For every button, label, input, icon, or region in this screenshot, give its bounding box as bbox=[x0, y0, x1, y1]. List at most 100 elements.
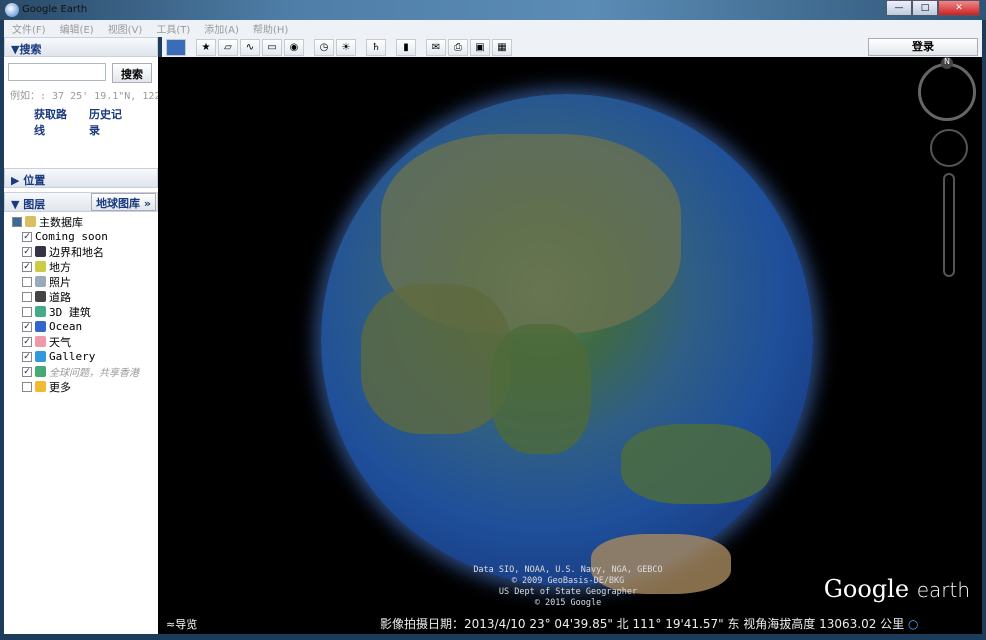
earth-gallery-button[interactable]: 地球图库 » bbox=[91, 193, 156, 211]
layer-checkbox[interactable]: ✓ bbox=[22, 366, 32, 377]
status-text: 影像拍摄日期：2013/4/10 23° 04'39.85" 北 111° 19… bbox=[380, 617, 905, 631]
email-icon[interactable]: ✉ bbox=[426, 38, 446, 56]
ruler-icon[interactable]: ▮ bbox=[396, 38, 416, 56]
layer-icon bbox=[35, 381, 46, 392]
layer-item[interactable]: 主数据库 bbox=[8, 214, 154, 229]
layer-label: 道路 bbox=[49, 290, 71, 304]
historical-imagery-icon[interactable]: ◷ bbox=[314, 38, 334, 56]
layer-checkbox[interactable] bbox=[22, 276, 32, 287]
layer-item[interactable]: 更多 bbox=[8, 379, 154, 394]
toolbar: ★ ▱ ∿ ▭ ◉ ◷ ☀ ♄ ▮ ✉ ⎙ ▣ ▦ 登录 bbox=[162, 37, 982, 57]
layer-checkbox[interactable]: ✓ bbox=[22, 336, 32, 347]
layer-checkbox[interactable] bbox=[22, 306, 32, 317]
brand-earth: earth bbox=[916, 578, 970, 602]
layer-label: Gallery bbox=[49, 350, 96, 363]
layer-checkbox[interactable] bbox=[22, 381, 32, 392]
planets-icon[interactable]: ♄ bbox=[366, 38, 386, 56]
layer-item[interactable]: 道路 bbox=[8, 289, 154, 304]
layer-item[interactable]: ✓ 天气 bbox=[8, 334, 154, 349]
globe[interactable] bbox=[321, 94, 813, 594]
menu-view[interactable]: 视图(V) bbox=[108, 21, 143, 36]
layer-icon bbox=[35, 321, 46, 332]
layer-item[interactable]: ✓ 地方 bbox=[8, 259, 154, 274]
history-link[interactable]: 历史记录 bbox=[89, 106, 128, 138]
layer-label: 天气 bbox=[49, 335, 71, 349]
attribution: Data SIO, NOAA, U.S. Navy, NGA, GEBCO © … bbox=[458, 565, 678, 609]
attribution-line: © 2015 Google bbox=[534, 598, 602, 608]
menu-bar: 文件(F) 编辑(E) 视图(V) 工具(T) 添加(A) 帮助(H) bbox=[4, 20, 982, 37]
layer-label: 照片 bbox=[49, 275, 71, 289]
print-icon[interactable]: ⎙ bbox=[448, 38, 468, 56]
google-earth-logo-icon bbox=[5, 3, 19, 17]
layer-icon bbox=[35, 261, 46, 272]
menu-help[interactable]: 帮助(H) bbox=[253, 21, 288, 36]
status-bar: 影像拍摄日期：2013/4/10 23° 04'39.85" 北 111° 19… bbox=[380, 615, 919, 632]
brand-google: Google bbox=[823, 575, 910, 603]
layer-label: 全球问题，共享香港 bbox=[49, 368, 139, 379]
attribution-line: US Dept of State Geographer bbox=[498, 587, 638, 597]
layer-label: Ocean bbox=[49, 320, 83, 333]
layer-icon bbox=[35, 351, 46, 362]
layer-icon bbox=[35, 306, 46, 317]
layer-checkbox[interactable]: ✓ bbox=[22, 261, 32, 272]
layer-icon bbox=[35, 246, 46, 257]
layer-checkbox[interactable] bbox=[12, 216, 22, 227]
window-title: Google Earth bbox=[22, 4, 88, 15]
login-button[interactable]: 登录 bbox=[868, 38, 978, 56]
sunlight-icon[interactable]: ☀ bbox=[336, 38, 356, 56]
layer-icon bbox=[35, 336, 46, 347]
directions-link[interactable]: 获取路线 bbox=[34, 106, 73, 138]
menu-tools[interactable]: 工具(T) bbox=[156, 21, 190, 36]
layers-title: ▼ 图层 bbox=[11, 198, 46, 211]
add-polygon-icon[interactable]: ▱ bbox=[218, 38, 238, 56]
google-earth-brand: Google earth bbox=[824, 575, 970, 603]
add-placemark-icon[interactable]: ★ bbox=[196, 38, 216, 56]
attribution-line: © 2009 GeoBasis-DE/BKG bbox=[511, 576, 625, 586]
menu-add[interactable]: 添加(A) bbox=[204, 21, 239, 36]
layer-item[interactable]: ✓ Ocean bbox=[8, 319, 154, 334]
search-button[interactable]: 搜索 bbox=[112, 63, 152, 83]
layer-checkbox[interactable]: ✓ bbox=[22, 321, 32, 332]
view-in-maps-icon[interactable]: ▦ bbox=[492, 38, 512, 56]
compass-control[interactable]: N bbox=[918, 57, 976, 121]
layer-icon bbox=[35, 276, 46, 287]
layer-icon bbox=[35, 291, 46, 302]
north-indicator[interactable]: N bbox=[941, 57, 953, 69]
title-bar: Google Earth — □ ✕ bbox=[0, 0, 986, 20]
layer-checkbox[interactable]: ✓ bbox=[22, 246, 32, 257]
minimize-button[interactable]: — bbox=[886, 0, 912, 16]
layer-item[interactable]: ✓ Gallery bbox=[8, 349, 154, 364]
layer-label: 3D 建筑 bbox=[49, 305, 91, 319]
layer-item[interactable]: ✓ 边界和地名 bbox=[8, 244, 154, 259]
add-image-overlay-icon[interactable]: ▭ bbox=[262, 38, 282, 56]
places-panel-header[interactable]: ▶ 位置 bbox=[4, 168, 158, 188]
earth-viewer[interactable]: Data SIO, NOAA, U.S. Navy, NGA, GEBCO © … bbox=[158, 57, 982, 634]
layers-panel-header[interactable]: ▼ 图层 地球图库 » bbox=[4, 192, 158, 212]
search-panel-header[interactable]: ▼搜索 bbox=[4, 37, 158, 57]
layer-checkbox[interactable]: ✓ bbox=[22, 351, 32, 362]
layer-icon bbox=[25, 216, 36, 227]
layers-tree: 主数据库 ✓ Coming soon ✓ 边界和地名 ✓ 地方 照片 道路 3D 建筑 ✓ Ocean… bbox=[4, 212, 158, 396]
tour-guide-button[interactable]: ≈导览 bbox=[166, 616, 197, 632]
sidebar-toggle-icon[interactable] bbox=[166, 38, 186, 56]
search-input[interactable] bbox=[8, 63, 106, 81]
layer-item[interactable]: ✓ 全球问题，共享香港 bbox=[8, 364, 154, 379]
record-tour-icon[interactable]: ◉ bbox=[284, 38, 304, 56]
save-image-icon[interactable]: ▣ bbox=[470, 38, 490, 56]
layer-item[interactable]: ✓ Coming soon bbox=[8, 229, 154, 244]
layer-checkbox[interactable]: ✓ bbox=[22, 231, 32, 242]
zoom-slider[interactable] bbox=[943, 173, 955, 277]
menu-edit[interactable]: 编辑(E) bbox=[60, 21, 94, 36]
layer-label: 地方 bbox=[49, 260, 71, 274]
layer-checkbox[interactable] bbox=[22, 291, 32, 302]
add-path-icon[interactable]: ∿ bbox=[240, 38, 260, 56]
maximize-button[interactable]: □ bbox=[912, 0, 938, 16]
menu-file[interactable]: 文件(F) bbox=[12, 21, 46, 36]
layer-label: 更多 bbox=[49, 380, 71, 394]
look-joystick[interactable] bbox=[930, 129, 968, 167]
layer-item[interactable]: 照片 bbox=[8, 274, 154, 289]
streaming-indicator-icon: ○ bbox=[908, 617, 919, 631]
close-button[interactable]: ✕ bbox=[938, 0, 980, 16]
sidebar: ▼搜索 搜索 例如：: 37 25' 19.1"N, 122 获取路线 历史记录… bbox=[4, 37, 158, 634]
layer-item[interactable]: 3D 建筑 bbox=[8, 304, 154, 319]
